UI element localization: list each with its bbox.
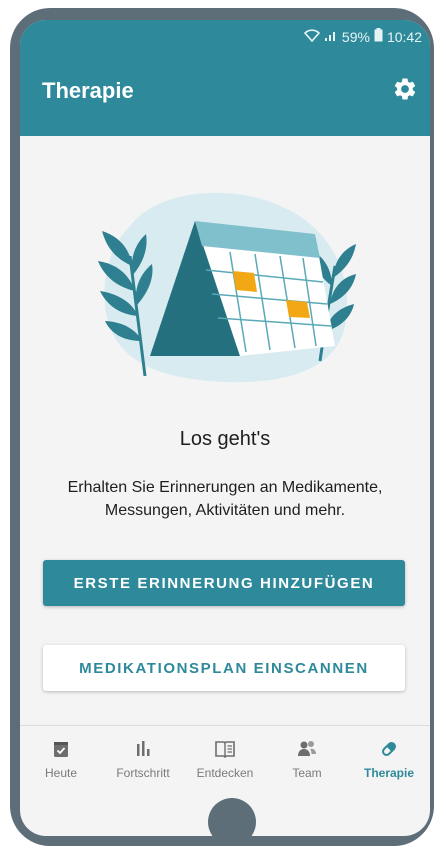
bar-chart-icon xyxy=(132,738,154,760)
nav-label-fortschritt: Fortschritt xyxy=(116,766,170,780)
nav-item-fortschritt[interactable]: Fortschritt xyxy=(102,726,184,798)
gear-icon[interactable] xyxy=(392,76,418,102)
battery-percent: 59% xyxy=(341,28,370,45)
add-first-reminder-button[interactable]: ERSTE ERINNERUNG HINZUFÜGEN xyxy=(43,560,405,606)
wifi-icon xyxy=(303,28,321,45)
app-screen: 59% 10:42 Therapie Los geht's Erhalten S… xyxy=(20,20,430,836)
app-bar: Therapie xyxy=(20,54,430,136)
scan-medication-plan-button[interactable]: MEDIKATIONSPLAN EINSCANNEN xyxy=(43,645,405,691)
page-title: Therapie xyxy=(42,78,134,103)
empty-state-heading: Los geht's xyxy=(179,428,271,450)
signal-icon xyxy=(324,28,338,45)
people-icon xyxy=(296,738,318,760)
book-icon xyxy=(214,738,236,760)
nav-item-therapie[interactable]: Therapie xyxy=(348,726,430,798)
nav-label-therapie: Therapie xyxy=(363,766,414,780)
nav-item-heute[interactable]: Heute xyxy=(20,726,102,798)
nav-label-team: Team xyxy=(292,766,322,780)
empty-state-description: Erhalten Sie Erinnerungen an Medikamente… xyxy=(28,476,422,522)
description-line-1: Erhalten Sie Erinnerungen an Medikamente… xyxy=(67,479,383,496)
empty-state: Los geht's Erhalten Sie Erinnerungen an … xyxy=(20,136,430,726)
nav-label-heute: Heute xyxy=(44,766,78,780)
bottom-nav: Heute Fortschritt Entdecken Team Therapi… xyxy=(20,726,430,798)
nav-item-entdecken[interactable]: Entdecken xyxy=(184,726,266,798)
description-line-2: Messungen, Aktivitäten und mehr. xyxy=(104,502,346,519)
clock: 10:42 xyxy=(386,28,422,45)
status-bar: 59% 10:42 xyxy=(20,20,430,54)
pill-icon xyxy=(378,738,400,760)
calendar-check-icon xyxy=(50,738,72,760)
calendar-illustration xyxy=(90,186,360,386)
home-button[interactable] xyxy=(208,798,256,836)
nav-label-entdecken: Entdecken xyxy=(196,766,254,780)
battery-icon xyxy=(374,28,383,45)
nav-item-team[interactable]: Team xyxy=(266,726,348,798)
